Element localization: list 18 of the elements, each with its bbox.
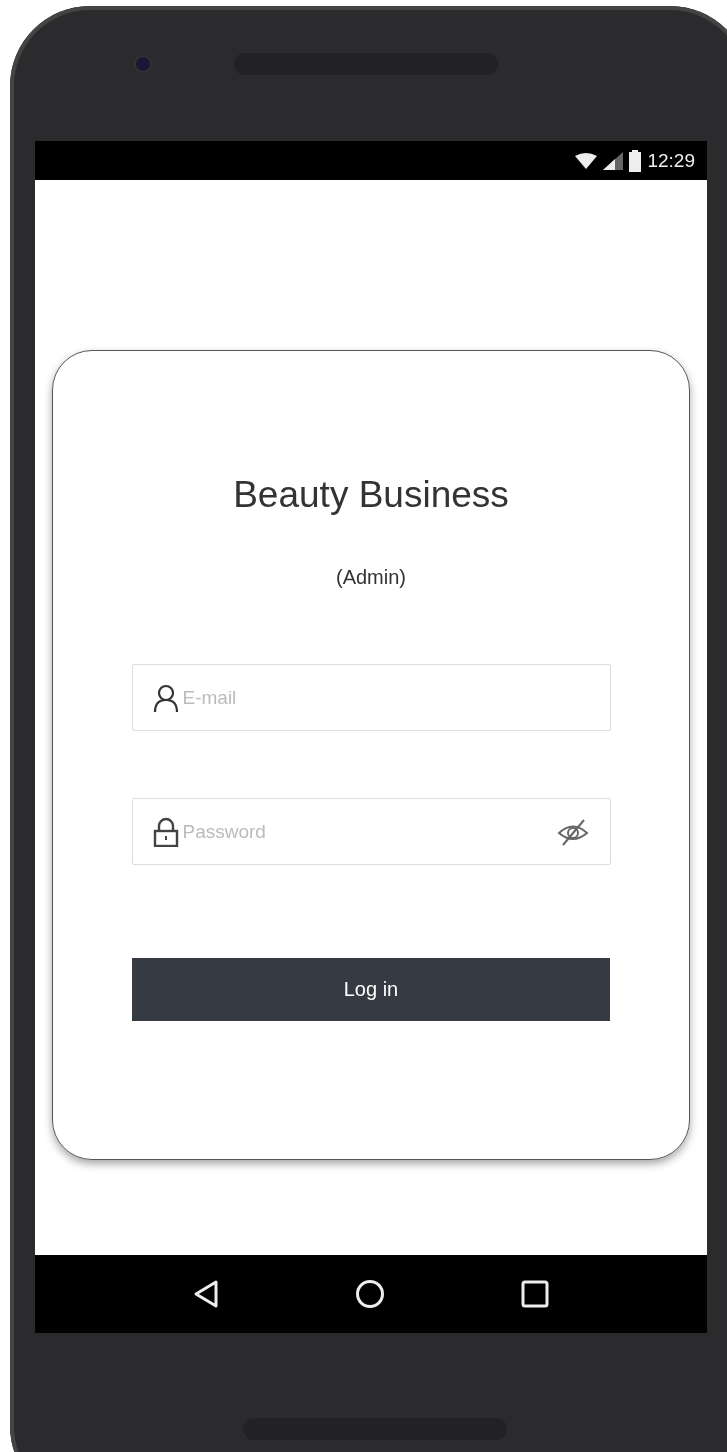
camera-dot <box>134 54 152 73</box>
recents-icon[interactable] <box>521 1280 549 1308</box>
signal-icon <box>603 151 624 170</box>
home-icon[interactable] <box>355 1279 385 1309</box>
battery-icon <box>629 149 642 172</box>
email-input[interactable]: E-mail <box>182 686 590 709</box>
password-input[interactable]: Password <box>182 820 552 843</box>
login-button[interactable]: Log in <box>132 958 610 1021</box>
eye-slash-icon[interactable] <box>555 817 590 846</box>
email-field[interactable]: E-mail <box>131 664 611 731</box>
wifi-icon <box>575 152 598 169</box>
clock-time: 12:29 <box>647 149 695 172</box>
back-icon[interactable] <box>193 1279 219 1309</box>
password-field[interactable]: Password <box>131 798 611 865</box>
lock-icon <box>152 816 179 847</box>
user-icon <box>152 683 179 712</box>
subtitle: (Admin) <box>336 565 406 589</box>
app-title: Beauty Business <box>233 473 509 517</box>
